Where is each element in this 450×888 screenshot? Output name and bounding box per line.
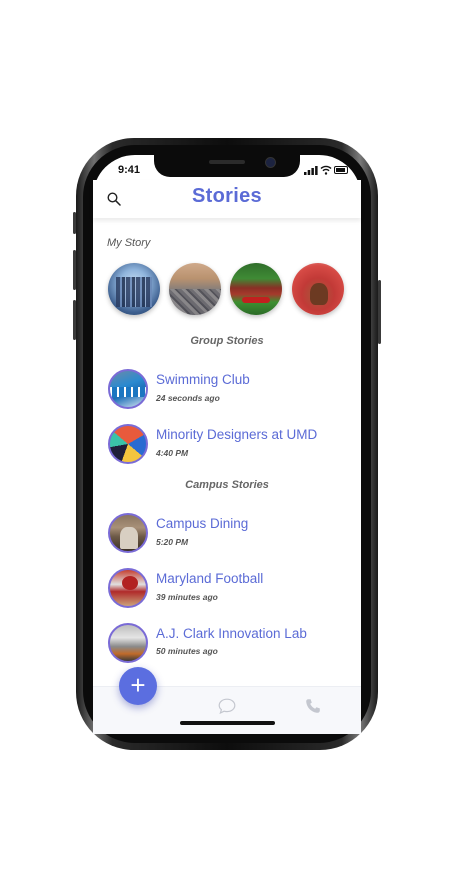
- my-story-circle-2[interactable]: [169, 263, 221, 315]
- group-stories-label: Group Stories: [190, 335, 264, 347]
- story-item-time: 5:20 PM: [156, 537, 189, 547]
- story-item-name[interactable]: Swimming Club: [156, 372, 250, 387]
- add-story-button[interactable]: +: [119, 667, 157, 705]
- story-item-time: 4:40 PM: [156, 448, 189, 458]
- home-indicator: [180, 721, 275, 725]
- speaker-grille: [209, 160, 245, 164]
- story-item-name[interactable]: Minority Designers at UMD: [156, 427, 317, 442]
- story-item-time: 24 seconds ago: [156, 393, 220, 403]
- notch: [154, 155, 300, 177]
- wifi-icon: [320, 165, 332, 175]
- front-camera: [265, 157, 276, 168]
- phone-icon[interactable]: [305, 698, 321, 714]
- innovation-lab-avatar[interactable]: [108, 623, 148, 663]
- volume-down-button: [73, 300, 76, 340]
- swimming-club-avatar[interactable]: [108, 369, 148, 409]
- minority-designers-avatar[interactable]: [108, 424, 148, 464]
- story-item-time: 50 minutes ago: [156, 646, 218, 656]
- maryland-football-avatar[interactable]: [108, 568, 148, 608]
- volume-up-button: [73, 250, 76, 290]
- status-time: 9:41: [118, 164, 141, 176]
- story-item-name[interactable]: Maryland Football: [156, 571, 263, 586]
- power-button: [378, 280, 381, 344]
- story-item-name[interactable]: Campus Dining: [156, 516, 248, 531]
- story-item-name[interactable]: A.J. Clark Innovation Lab: [156, 626, 307, 641]
- chat-icon[interactable]: [218, 698, 236, 714]
- campus-stories-label: Campus Stories: [185, 479, 269, 491]
- signal-icon: [304, 166, 318, 175]
- my-story-circle-4[interactable]: [292, 263, 344, 315]
- story-item-time: 39 minutes ago: [156, 592, 218, 602]
- my-story-circle-3[interactable]: [230, 263, 282, 315]
- my-story-label: My Story: [107, 237, 151, 249]
- page-title: Stories: [192, 185, 262, 207]
- battery-icon: [334, 166, 348, 174]
- mute-switch: [73, 212, 76, 234]
- campus-dining-avatar[interactable]: [108, 513, 148, 553]
- my-story-circle-1[interactable]: [108, 263, 160, 315]
